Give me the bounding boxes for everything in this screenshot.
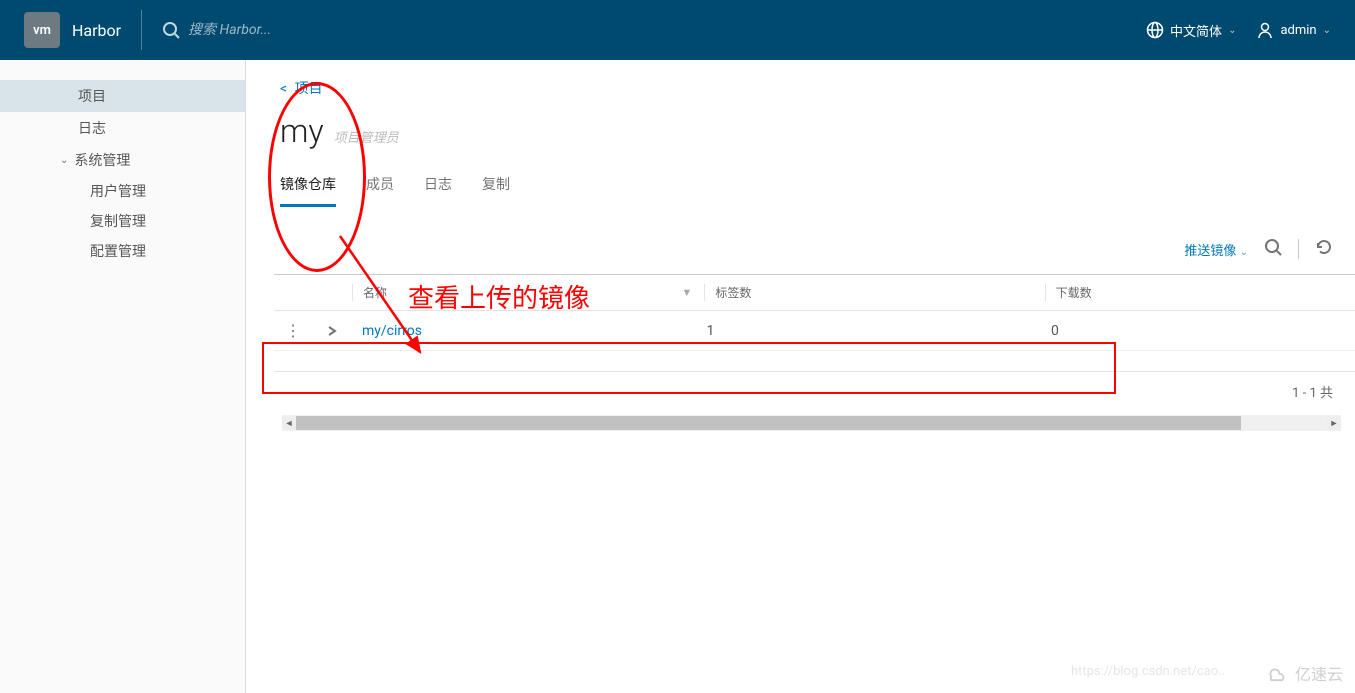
- th-name[interactable]: 名称 ▼: [352, 284, 704, 301]
- sidebar: 项目 日志 ⌄ 系统管理 用户管理 复制管理 配置管理: [0, 60, 246, 693]
- table-header: 名称 ▼ 标签数 下载数: [274, 275, 1355, 311]
- breadcrumb-back[interactable]: < 项目: [280, 78, 1355, 98]
- scroll-thumb[interactable]: [296, 416, 1241, 430]
- user-label: admin: [1280, 23, 1316, 38]
- language-label: 中文简体: [1170, 21, 1222, 40]
- main-content: < 项目 my 项目管理员 镜像仓库 成员 日志 复制 推送镜像 ⌄: [246, 60, 1355, 693]
- chevron-down-icon: ⌄: [60, 155, 68, 166]
- chevron-down-icon: ⌄: [1323, 25, 1331, 36]
- th-downloads[interactable]: 下载数: [1045, 284, 1355, 301]
- tab-members[interactable]: 成员: [366, 174, 394, 207]
- user-menu[interactable]: admin ⌄: [1256, 21, 1331, 39]
- repo-downloads: 0: [1041, 323, 1355, 339]
- search-input[interactable]: [188, 22, 1146, 38]
- scroll-right-arrow[interactable]: ►: [1327, 416, 1341, 430]
- row-actions-button[interactable]: ⋮: [274, 321, 312, 340]
- refresh-button[interactable]: [1315, 238, 1333, 260]
- sidebar-item-replication[interactable]: 复制管理: [0, 206, 245, 236]
- table-footer: 1 - 1 共: [274, 371, 1355, 411]
- chevron-down-icon: ⌄: [1240, 247, 1248, 258]
- search-container: [162, 21, 1146, 39]
- sidebar-item-logs[interactable]: 日志: [0, 112, 245, 144]
- table-row[interactable]: ⋮ my/cirros 1 0: [274, 311, 1355, 351]
- horizontal-scrollbar[interactable]: ◄ ►: [282, 415, 1341, 431]
- project-role: 项目管理员: [334, 127, 399, 146]
- search-icon: [162, 21, 180, 39]
- repo-name-link[interactable]: my/cirros: [352, 323, 696, 339]
- sidebar-group-system[interactable]: ⌄ 系统管理: [0, 144, 245, 176]
- chevron-down-icon: ⌄: [1228, 25, 1236, 36]
- sidebar-item-users[interactable]: 用户管理: [0, 176, 245, 206]
- push-image-link[interactable]: 推送镜像 ⌄: [1184, 240, 1248, 259]
- repo-tags: 1: [696, 323, 1040, 339]
- row-expand-button[interactable]: [312, 325, 352, 337]
- vmware-logo: vm: [24, 12, 60, 48]
- chevron-left-icon: <: [280, 81, 287, 97]
- tabs: 镜像仓库 成员 日志 复制: [280, 174, 1355, 208]
- user-icon: [1256, 21, 1274, 39]
- breadcrumb-label: 项目: [295, 81, 323, 97]
- tab-logs[interactable]: 日志: [424, 174, 452, 207]
- header-right: 中文简体 ⌄ admin ⌄: [1146, 21, 1331, 40]
- sidebar-group-label: 系统管理: [74, 150, 130, 170]
- push-image-label: 推送镜像: [1184, 244, 1236, 259]
- header-divider: [141, 10, 142, 50]
- search-icon: [1264, 238, 1282, 256]
- sidebar-item-config[interactable]: 配置管理: [0, 236, 245, 266]
- repo-table: 名称 ▼ 标签数 下载数 ⋮ my/cirros 1 0 1 - 1 共: [274, 274, 1355, 411]
- product-name: Harbor: [72, 21, 121, 40]
- app-header: vm Harbor 中文简体 ⌄ admin ⌄: [0, 0, 1355, 60]
- tab-replication[interactable]: 复制: [482, 174, 510, 207]
- toolbar-divider: [1298, 239, 1299, 259]
- th-name-label: 名称: [363, 284, 387, 301]
- language-selector[interactable]: 中文简体 ⌄: [1146, 21, 1236, 40]
- refresh-icon: [1315, 238, 1333, 256]
- chevron-right-icon: [326, 325, 338, 337]
- scroll-left-arrow[interactable]: ◄: [282, 416, 296, 430]
- project-title: my: [280, 112, 324, 150]
- filter-search-button[interactable]: [1264, 238, 1282, 260]
- tab-image-repo[interactable]: 镜像仓库: [280, 174, 336, 207]
- sidebar-item-projects[interactable]: 项目: [0, 80, 245, 112]
- globe-icon: [1146, 21, 1164, 39]
- th-tags[interactable]: 标签数: [704, 284, 1044, 301]
- table-toolbar: 推送镜像 ⌄: [274, 208, 1355, 274]
- filter-icon: ▼: [681, 286, 692, 299]
